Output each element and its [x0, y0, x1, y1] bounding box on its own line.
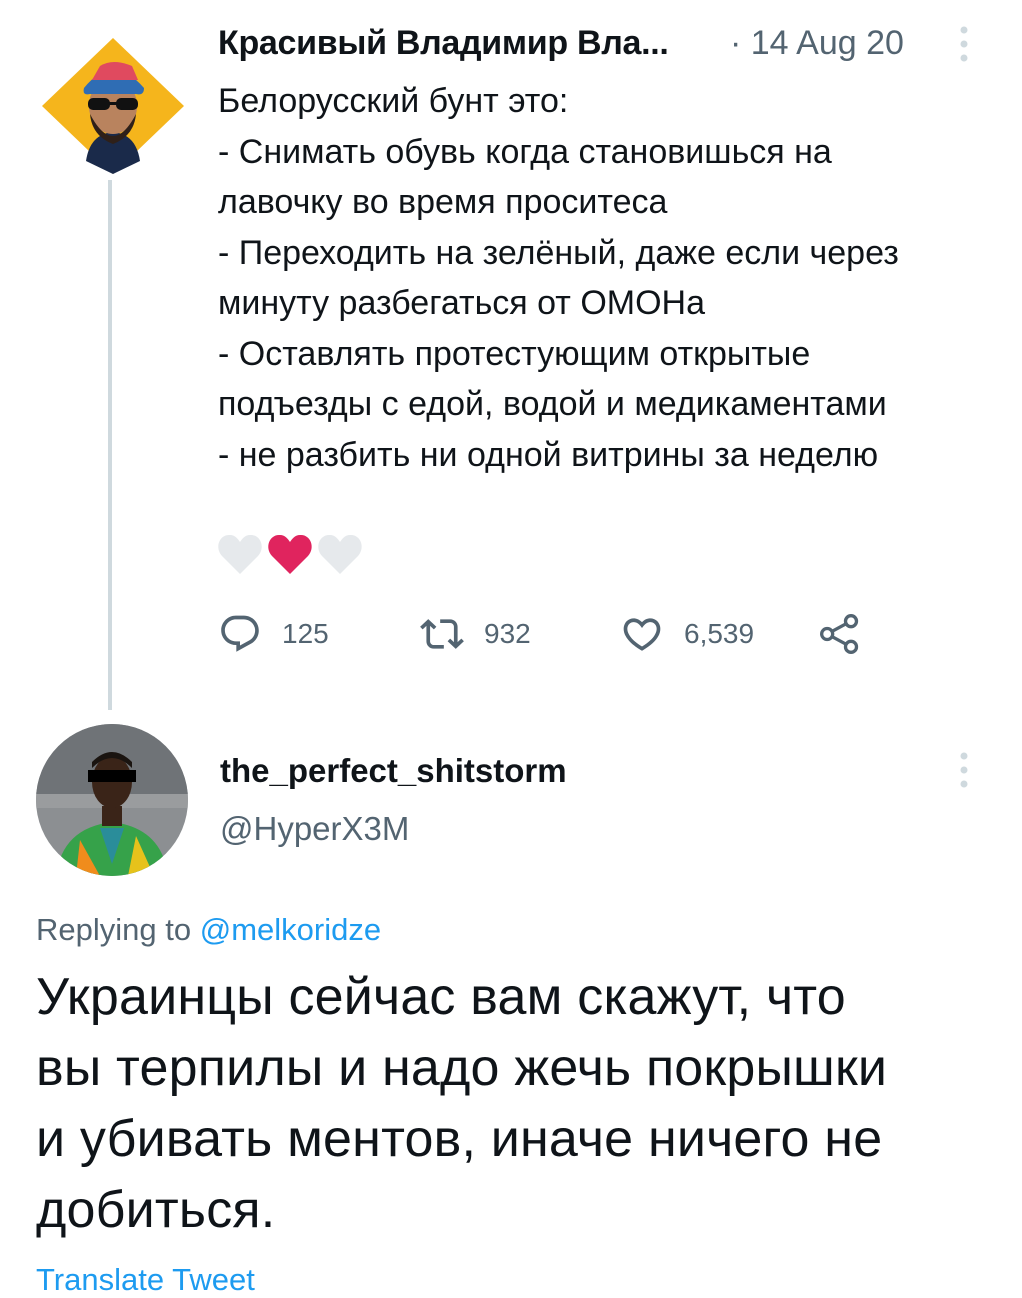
- tweet-text-line: лавочку во время проситеса: [218, 183, 668, 221]
- share-button[interactable]: [818, 612, 862, 656]
- like-icon: [623, 618, 661, 651]
- tweet-text: Белорусский бунт это: - Снимать обувь ко…: [218, 76, 1008, 480]
- reply-button[interactable]: 125: [218, 612, 329, 656]
- reply-author-handle[interactable]: @HyperX3M: [220, 810, 409, 848]
- replying-to-user-link[interactable]: @melkoridze: [200, 912, 381, 947]
- tweet-text-line: - не разбить ни одной витрины за неделю: [218, 435, 879, 474]
- reply-text-line: добиться.: [36, 1181, 276, 1239]
- reply-text-line: Украинцы сейчас вам скажут, что: [36, 968, 846, 1026]
- tweet-text-line: Белорусский бунт это:: [218, 82, 569, 120]
- author-name[interactable]: Красивый Владимир Вла...: [218, 24, 669, 63]
- thread-connector-line: [108, 180, 112, 710]
- tweet-text-line: подъезды с едой, водой и медикаментами: [218, 385, 887, 423]
- tweet-text-line: - Снимать обувь когда становишься на: [218, 132, 832, 171]
- reply-count: 125: [282, 618, 329, 649]
- retweet-button[interactable]: 932: [420, 612, 531, 656]
- heart-icon: [218, 534, 262, 574]
- replying-to: Replying to @melkoridze: [36, 912, 381, 948]
- tweet-text-line: минуту разбегаться от ОМОНа: [218, 284, 706, 322]
- heart-icon: [268, 534, 312, 574]
- translate-tweet-link[interactable]: Translate Tweet: [36, 1262, 255, 1298]
- reply-icon: [221, 615, 259, 652]
- heart-emoji-row: [216, 530, 366, 578]
- reply-author-name[interactable]: the_perfect_shitstorm: [220, 752, 567, 790]
- like-count: 6,539: [684, 618, 755, 649]
- retweet-count: 932: [484, 618, 531, 649]
- tweet-date[interactable]: · 14 Aug 20: [730, 24, 904, 63]
- reply-text-line: и убивать ментов, иначе ничего не: [36, 1110, 883, 1168]
- reply-text-line: вы терпилы и надо жечь покрышки: [36, 1039, 888, 1097]
- tweet-text-line: - Оставлять протестующим открытые: [218, 334, 811, 373]
- retweet-icon: [420, 619, 464, 649]
- reply-author-avatar[interactable]: [36, 724, 188, 876]
- more-icon[interactable]: [950, 22, 978, 66]
- author-avatar[interactable]: [40, 36, 186, 176]
- heart-icon: [318, 534, 362, 574]
- replying-to-label: Replying to: [36, 912, 192, 947]
- more-icon[interactable]: [950, 748, 978, 792]
- tweet-text-line: - Переходить на зелёный, даже если через: [218, 233, 899, 272]
- like-button[interactable]: 6,539: [620, 612, 754, 656]
- share-icon: [820, 614, 859, 654]
- reply-text: Украинцы сейчас вам скажут, что вы терпи…: [36, 962, 1016, 1246]
